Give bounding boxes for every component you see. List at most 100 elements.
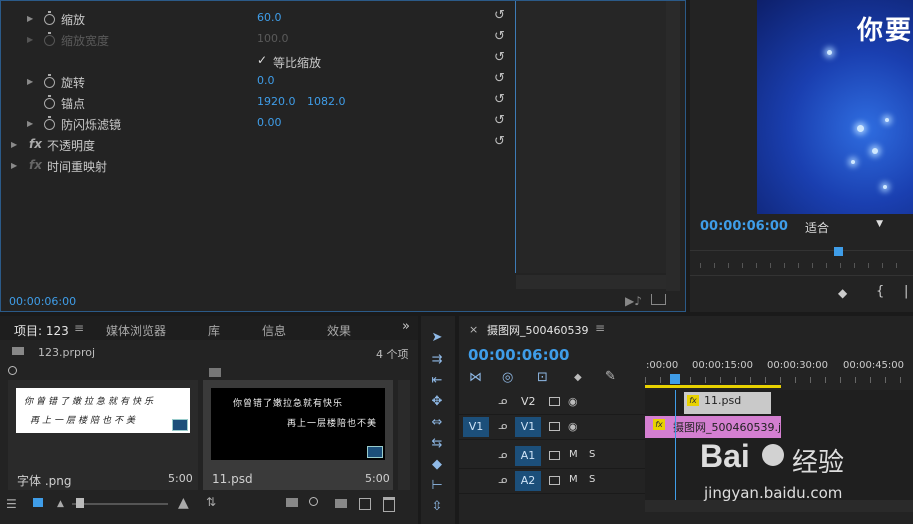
lock-icon[interactable]: ᓄ xyxy=(498,448,507,461)
tab-effects[interactable]: 效果 xyxy=(327,322,351,339)
tab-info[interactable]: 信息 xyxy=(262,322,286,339)
uniform-scale-checkbox[interactable]: ✓ xyxy=(257,53,269,67)
item-thumbnail[interactable]: 你曾错了嫩拉急就有快乐 再上一层楼陪也不美 xyxy=(211,388,385,460)
prop-rotation-value[interactable]: 0.0 xyxy=(257,74,275,87)
reset-icon[interactable]: ↺ xyxy=(494,30,508,43)
export-icon[interactable] xyxy=(651,294,666,305)
work-area-bar[interactable] xyxy=(645,385,781,388)
sync-lock-icon[interactable] xyxy=(549,451,560,460)
expand-icon[interactable]: ▶ xyxy=(11,140,17,149)
track-target-a2[interactable]: A2 xyxy=(515,471,541,491)
snap-icon[interactable]: ⋈ xyxy=(469,370,482,385)
sync-lock-icon[interactable] xyxy=(549,476,560,485)
new-item-icon[interactable] xyxy=(359,498,371,510)
selection-tool-icon[interactable]: ➤ xyxy=(427,330,447,346)
item-thumbnail[interactable]: 你曾错了嫩拉急就有快乐 再上一层楼陪也不美 xyxy=(16,388,190,433)
mute-button[interactable]: M xyxy=(569,449,578,460)
reset-icon[interactable]: ↺ xyxy=(494,93,508,106)
zoom-slider-handle[interactable] xyxy=(76,498,84,508)
reset-icon[interactable]: ↺ xyxy=(494,51,508,64)
clip-psd[interactable]: fx 11.psd xyxy=(684,392,771,414)
timeline-timecode[interactable]: 00:00:06:00 xyxy=(468,346,570,364)
project-scrollbar[interactable] xyxy=(398,380,410,490)
effect-scrollbar[interactable] xyxy=(666,1,680,291)
tab-library[interactable]: 库 xyxy=(208,322,220,339)
trash-icon[interactable] xyxy=(383,497,395,512)
effect-hscroll[interactable] xyxy=(516,275,666,289)
reset-icon[interactable]: ↺ xyxy=(494,135,508,148)
eye-icon[interactable]: ◉ xyxy=(568,395,578,408)
project-item[interactable]: 你曾错了嫩拉急就有快乐 再上一层楼陪也不美 11.psd 5:00 xyxy=(203,380,393,490)
icon-view-icon[interactable] xyxy=(33,498,43,507)
marker-icon[interactable]: ◆ xyxy=(574,372,582,383)
track-target-a1[interactable]: A1 xyxy=(515,446,541,466)
lock-icon[interactable]: ᓄ xyxy=(498,473,507,486)
zoom-slider[interactable] xyxy=(72,498,168,508)
slide-tool-icon[interactable]: ⊢ xyxy=(427,478,447,494)
lock-icon[interactable]: ᓄ xyxy=(498,394,507,407)
pen-tool-icon[interactable]: ⇳ xyxy=(427,499,447,515)
bin-icon[interactable] xyxy=(209,368,221,377)
zoom-out-icon[interactable]: ▲ xyxy=(57,499,64,509)
sync-lock-icon[interactable] xyxy=(549,397,560,406)
fit-dropdown[interactable]: 适合 ▼ xyxy=(805,219,887,235)
prop-anchor-x[interactable]: 1920.0 xyxy=(257,95,296,108)
playhead-marker[interactable] xyxy=(834,247,843,256)
mute-button[interactable]: M xyxy=(569,474,578,485)
expand-icon[interactable]: ▶ xyxy=(27,14,33,23)
sync-lock-icon[interactable] xyxy=(549,422,560,431)
prop-scale-value[interactable]: 60.0 xyxy=(257,11,282,24)
tab-menu-icon[interactable]: ≡ xyxy=(74,321,84,335)
stopwatch-icon[interactable] xyxy=(44,11,55,25)
ripple-edit-tool-icon[interactable]: ⇤ xyxy=(427,373,447,389)
timeline-ruler[interactable]: :00:00 00:00:15:00 00:00:30:00 00:00:45:… xyxy=(645,360,913,390)
timeline-sequence-tab[interactable]: 摄图网_500460539 xyxy=(487,322,589,338)
program-scrub-bar[interactable] xyxy=(690,247,913,276)
solo-button[interactable]: S xyxy=(589,474,595,485)
lock-icon[interactable]: ᓄ xyxy=(498,419,507,432)
zoom-in-icon[interactable]: ▲ xyxy=(178,495,189,511)
list-view-icon[interactable]: ☰ xyxy=(6,497,17,511)
rate-stretch-tool-icon[interactable]: ⇔ xyxy=(427,415,447,431)
prop-flicker-value[interactable]: 0.00 xyxy=(257,116,282,129)
prop-anchor-y[interactable]: 1082.0 xyxy=(307,95,346,108)
search-icon[interactable] xyxy=(8,366,17,375)
track-select-tool-icon[interactable]: ⇉ xyxy=(427,352,447,368)
stopwatch-icon[interactable] xyxy=(44,74,55,88)
tab-media-browser[interactable]: 媒体浏览器 xyxy=(106,322,166,339)
expand-icon[interactable]: ▶ xyxy=(27,77,33,86)
source-patch-v1[interactable]: V1 xyxy=(463,417,489,437)
wrench-icon[interactable]: ✎ xyxy=(605,369,616,384)
expand-icon[interactable]: ▶ xyxy=(27,119,33,128)
automate-icon[interactable] xyxy=(286,498,298,507)
mark-out-icon[interactable]: | xyxy=(904,284,908,299)
program-video-frame[interactable]: 你要 xyxy=(757,0,913,214)
stopwatch-icon[interactable] xyxy=(44,95,55,109)
mark-in-icon[interactable]: { xyxy=(876,284,884,299)
razor-tool-icon[interactable]: ⇆ xyxy=(427,436,447,452)
expand-icon[interactable]: ▶ xyxy=(27,35,33,44)
eye-icon[interactable]: ◉ xyxy=(568,420,578,433)
audio-icon[interactable]: ▶♪ xyxy=(625,294,642,308)
reset-icon[interactable]: ↺ xyxy=(494,114,508,127)
program-timecode[interactable]: 00:00:06:00 xyxy=(700,219,788,234)
timeline-playhead-head[interactable] xyxy=(670,374,680,384)
find-icon[interactable] xyxy=(309,497,318,506)
tab-overflow-icon[interactable]: » xyxy=(402,319,410,334)
slip-tool-icon[interactable]: ◆ xyxy=(427,457,447,473)
rolling-edit-tool-icon[interactable]: ✥ xyxy=(427,394,447,410)
expand-icon[interactable]: ▶ xyxy=(11,161,17,170)
linked-selection-icon[interactable]: ◎ xyxy=(502,370,513,385)
add-marker-icon[interactable]: ⊡ xyxy=(537,370,548,385)
reset-icon[interactable]: ↺ xyxy=(494,72,508,85)
marker-icon[interactable]: ◆ xyxy=(838,286,847,300)
effect-timecode[interactable]: 00:00:06:00 xyxy=(9,295,76,308)
new-bin-icon[interactable] xyxy=(335,499,347,508)
timeline-tab-close-icon[interactable]: × xyxy=(469,323,478,336)
sort-icon[interactable]: ⇅ xyxy=(206,495,216,509)
tab-project[interactable]: 项目: 123 xyxy=(14,322,69,339)
project-item[interactable]: 你曾错了嫩拉急就有快乐 再上一层楼陪也不美 字体 .png 5:00 xyxy=(8,380,198,490)
timeline-menu-icon[interactable]: ≡ xyxy=(595,321,605,335)
reset-icon[interactable]: ↺ xyxy=(494,9,508,22)
track-target-v1[interactable]: V1 xyxy=(515,417,541,437)
